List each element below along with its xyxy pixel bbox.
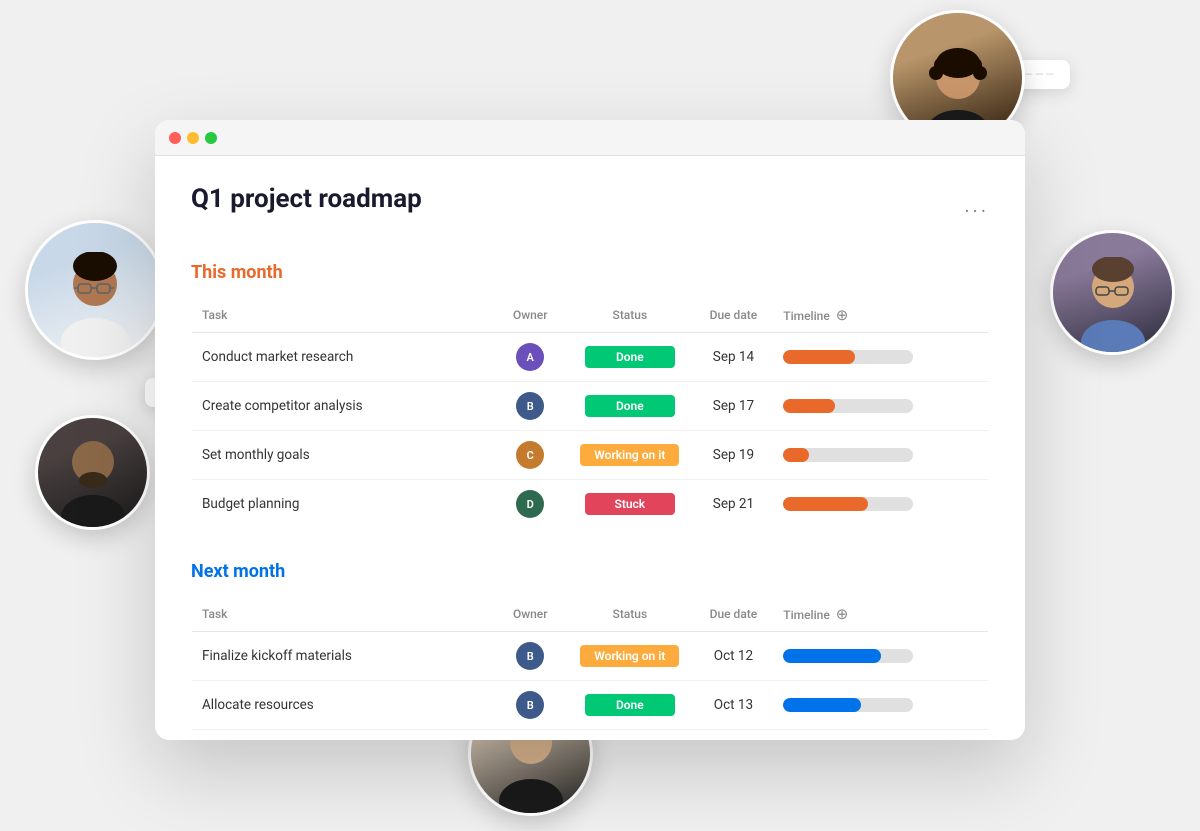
task-owner: B	[494, 632, 566, 681]
task-due-date: Sep 14	[694, 333, 774, 382]
avatar-bottom-left	[35, 415, 150, 530]
task-timeline	[773, 632, 988, 681]
task-timeline	[773, 730, 988, 741]
table-row[interactable]: Finalize kickoff materials B Working on it…	[192, 632, 989, 681]
timeline-bar-fill	[783, 448, 809, 462]
avatar-right-middle	[1050, 230, 1175, 355]
task-name: Set monthly goals	[192, 431, 495, 480]
close-button[interactable]	[169, 132, 181, 144]
timeline-bar-container	[783, 698, 913, 712]
task-name: Conduct market research	[192, 333, 495, 382]
owner-avatar: A	[516, 343, 544, 371]
col-header-owner: Owner	[494, 298, 566, 333]
col-header-task: Task	[192, 597, 495, 632]
task-status[interactable]: Working on it	[566, 632, 694, 681]
owner-avatar: B	[516, 642, 544, 670]
task-status[interactable]: Working on it	[566, 431, 694, 480]
status-badge: Done	[585, 346, 675, 368]
col-header-due_date: Due date	[694, 597, 774, 632]
task-timeline	[773, 681, 988, 730]
task-due-date: Sep 21	[694, 480, 774, 529]
section-title-this-month: This month	[191, 262, 989, 283]
col-header-status: Status	[566, 597, 694, 632]
col-header-due_date: Due date	[694, 298, 774, 333]
task-status[interactable]: Stuck	[566, 730, 694, 741]
minimize-button[interactable]	[187, 132, 199, 144]
task-status[interactable]: Done	[566, 333, 694, 382]
timeline-bar-fill	[783, 399, 835, 413]
timeline-bar-container	[783, 497, 913, 511]
table-row[interactable]: Set monthly goals C Working on it Sep 19	[192, 431, 989, 480]
timeline-bar-fill	[783, 497, 868, 511]
task-owner: B	[494, 681, 566, 730]
task-owner: B	[494, 382, 566, 431]
task-name: Budget planning	[192, 480, 495, 529]
col-header-task: Task	[192, 298, 495, 333]
task-owner: D	[494, 480, 566, 529]
status-badge: Working on it	[580, 645, 679, 667]
section-title-next-month: Next month	[191, 561, 989, 582]
col-header-timeline: Timeline⊕	[773, 597, 988, 632]
table-row[interactable]: Create competitor analysis B Done Sep 17	[192, 382, 989, 431]
section-this-month: This month TaskOwnerStatusDue dateTimelin…	[191, 262, 989, 529]
task-name: Create competitor analysis	[192, 382, 495, 431]
add-column-btn[interactable]: ⊕	[836, 605, 849, 623]
task-due-date: Oct 18	[694, 730, 774, 741]
owner-avatar: D	[516, 490, 544, 518]
sections-container: This monthTaskOwnerStatusDue dateTimelin…	[191, 262, 989, 740]
timeline-bar-container	[783, 448, 913, 462]
col-header-timeline: Timeline⊕	[773, 298, 988, 333]
task-due-date: Oct 13	[694, 681, 774, 730]
table-row[interactable]: Budget planning D Stuck Sep 21	[192, 480, 989, 529]
timeline-bar-fill	[783, 350, 855, 364]
task-timeline	[773, 382, 988, 431]
timeline-bar-container	[783, 350, 913, 364]
timeline-bar-container	[783, 649, 913, 663]
table-row[interactable]: Conduct market research A Done Sep 14	[192, 333, 989, 382]
task-name: Finalize kickoff materials	[192, 632, 495, 681]
page-title: Q1 project roadmap	[191, 184, 422, 214]
status-badge: Working on it	[580, 444, 679, 466]
more-options-button[interactable]: ···	[964, 199, 989, 223]
status-badge: Done	[585, 395, 675, 417]
task-table-next-month: TaskOwnerStatusDue dateTimeline⊕Finalize…	[191, 596, 989, 740]
traffic-lights	[169, 132, 217, 144]
maximize-button[interactable]	[205, 132, 217, 144]
task-due-date: Sep 19	[694, 431, 774, 480]
avatar-left-top	[25, 220, 165, 360]
status-badge: Done	[585, 694, 675, 716]
col-header-owner: Owner	[494, 597, 566, 632]
browser-titlebar	[155, 120, 1025, 156]
task-due-date: Oct 12	[694, 632, 774, 681]
add-column-btn[interactable]: ⊕	[836, 306, 849, 324]
task-owner: A	[494, 333, 566, 382]
timeline-bar-fill	[783, 649, 881, 663]
task-timeline	[773, 480, 988, 529]
table-row[interactable]: Allocate resources B Done Oct 13	[192, 681, 989, 730]
task-due-date: Sep 17	[694, 382, 774, 431]
status-badge: Stuck	[585, 493, 675, 515]
task-timeline	[773, 431, 988, 480]
task-status[interactable]: Stuck	[566, 480, 694, 529]
task-table-this-month: TaskOwnerStatusDue dateTimeline⊕Conduct …	[191, 297, 989, 529]
task-owner: D	[494, 730, 566, 741]
browser-content: Q1 project roadmap ··· This monthTaskOwn…	[155, 156, 1025, 740]
browser-window: Q1 project roadmap ··· This monthTaskOwn…	[155, 120, 1025, 740]
task-status[interactable]: Done	[566, 382, 694, 431]
scene: ——————	[0, 0, 1200, 831]
timeline-bar-fill	[783, 698, 861, 712]
task-timeline	[773, 333, 988, 382]
owner-avatar: B	[516, 691, 544, 719]
col-header-status: Status	[566, 298, 694, 333]
task-status[interactable]: Done	[566, 681, 694, 730]
section-next-month: Next month TaskOwnerStatusDue dateTimelin…	[191, 561, 989, 740]
timeline-bar-container	[783, 399, 913, 413]
table-row[interactable]: Develop communication planDStuckOct 18	[192, 730, 989, 741]
task-owner: C	[494, 431, 566, 480]
task-name: Develop communication plan	[192, 730, 495, 741]
owner-avatar: C	[516, 441, 544, 469]
owner-avatar: B	[516, 392, 544, 420]
task-name: Allocate resources	[192, 681, 495, 730]
